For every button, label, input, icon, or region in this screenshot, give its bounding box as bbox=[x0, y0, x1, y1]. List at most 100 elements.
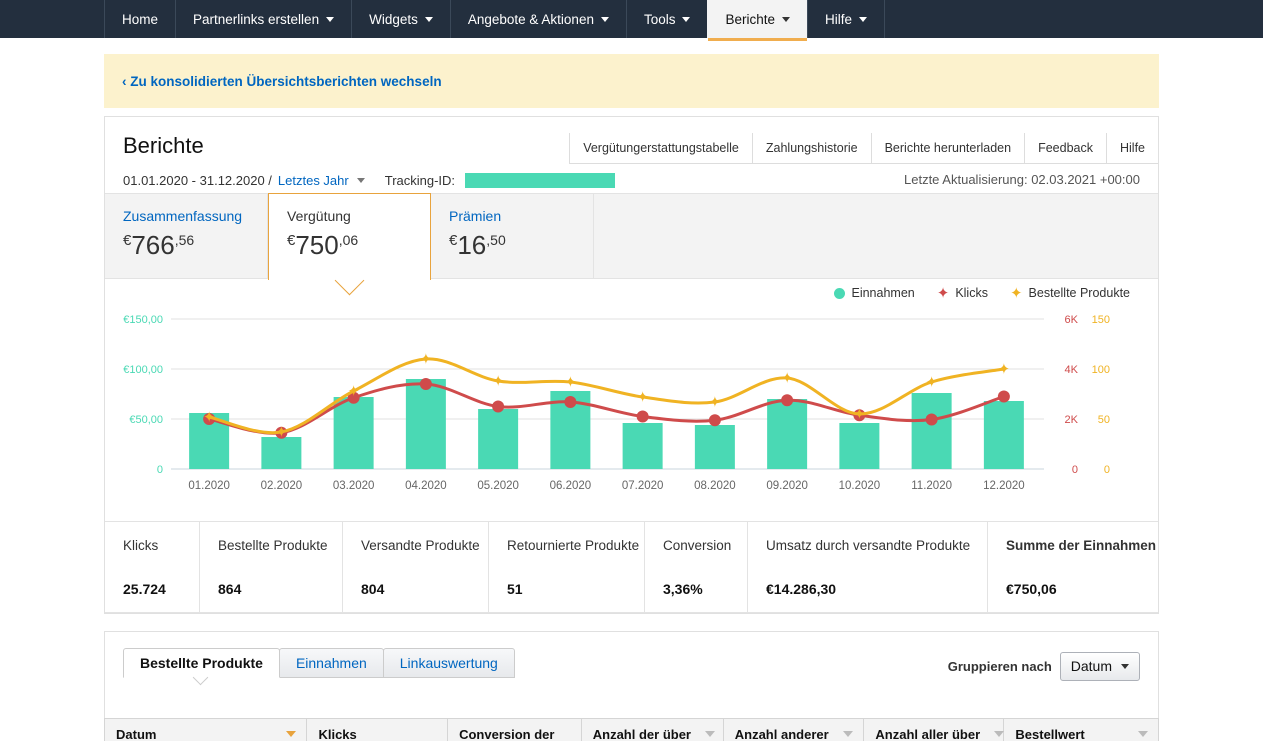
chart-bar[interactable] bbox=[622, 423, 663, 469]
chart-bar[interactable] bbox=[911, 393, 952, 469]
table-header-anzahl-anderer[interactable]: Anzahl anderer bbox=[724, 719, 865, 741]
chevron-down-icon[interactable] bbox=[356, 178, 365, 183]
summary-tab-prämien[interactable]: Prämien €16,50 bbox=[431, 194, 594, 278]
chart-point-klicks[interactable] bbox=[419, 378, 432, 390]
legend-item-bestellte-produkte[interactable]: ✦ Bestellte Produkte bbox=[1009, 284, 1130, 302]
chart-bar[interactable] bbox=[261, 437, 302, 469]
header-tab-group: Vergütungerstattungstabelle Zahlungshisto… bbox=[569, 133, 1158, 164]
nav-item-widgets[interactable]: Widgets bbox=[351, 0, 450, 38]
x-axis-tick: 06.2020 bbox=[550, 480, 592, 492]
chart-bar[interactable] bbox=[333, 397, 374, 469]
metric-value: 51 bbox=[507, 581, 523, 597]
sort-caret-icon[interactable] bbox=[705, 731, 715, 737]
chart-bar[interactable] bbox=[478, 409, 519, 469]
chart-point-klicks[interactable] bbox=[492, 400, 505, 413]
metric-label: Umsatz durch versandte Produkte bbox=[766, 538, 971, 553]
summary-tab-group: Zusammenfassung €766,56 Vergütung €750,06 Pr… bbox=[105, 193, 1158, 280]
table-header-anzahl-aller-über[interactable]: Anzahl aller über bbox=[864, 719, 1005, 741]
chart-point-klicks[interactable] bbox=[925, 413, 938, 426]
legend-label: Klicks bbox=[955, 286, 988, 300]
x-axis-tick: 10.2020 bbox=[839, 480, 881, 492]
reports-panel: Berichte 01.01.2020 - 31.12.2020 / Letzt… bbox=[104, 116, 1159, 614]
summary-tab-label: Prämien bbox=[449, 208, 502, 224]
summary-tab-zusammenfassung[interactable]: Zusammenfassung €766,56 bbox=[105, 194, 268, 278]
chart-point-bestellte-produkte[interactable]: ✦ bbox=[636, 389, 649, 406]
table-header-conversion-der[interactable]: Conversion der bbox=[448, 719, 582, 741]
chart-bar[interactable] bbox=[694, 425, 735, 469]
chevron-down-icon bbox=[1121, 664, 1129, 669]
summary-tab-vergütung[interactable]: Vergütung €750,06 bbox=[268, 193, 431, 280]
header-tab-hilfe[interactable]: Hilfe bbox=[1105, 133, 1158, 164]
chart-bar[interactable] bbox=[405, 379, 446, 469]
chart-bar[interactable] bbox=[983, 401, 1024, 469]
date-preset-link[interactable]: Letztes Jahr bbox=[278, 173, 349, 188]
nav-item-berichte[interactable]: Berichte bbox=[707, 0, 808, 41]
detail-tab-einnahmen[interactable]: Einnahmen bbox=[278, 648, 384, 678]
sort-caret-icon[interactable] bbox=[1137, 731, 1148, 737]
x-axis-tick: 04.2020 bbox=[405, 480, 447, 492]
legend-marker-icon: ✦ bbox=[1009, 284, 1023, 302]
sort-caret-icon[interactable] bbox=[286, 731, 297, 737]
x-axis-tick: 11.2020 bbox=[911, 480, 952, 492]
x-axis-tick: 07.2020 bbox=[622, 480, 664, 492]
chart-point-klicks[interactable] bbox=[708, 414, 721, 427]
chart-point-bestellte-produkte[interactable]: ✦ bbox=[275, 424, 288, 441]
chart-point-bestellte-produkte[interactable]: ✦ bbox=[203, 409, 216, 426]
legend-item-klicks[interactable]: ✦ Klicks bbox=[937, 286, 988, 301]
chart-point-bestellte-produkte[interactable]: ✦ bbox=[853, 406, 866, 423]
nav-item-hilfe[interactable]: Hilfe bbox=[807, 0, 886, 38]
chart-point-klicks[interactable] bbox=[781, 394, 794, 407]
metric-value: €750,06 bbox=[1006, 581, 1057, 597]
x-axis-tick: 01.2020 bbox=[188, 480, 230, 492]
sort-caret-icon[interactable] bbox=[994, 731, 1005, 737]
right-axis-produkte-tick: 0 bbox=[1104, 464, 1110, 476]
header-tab-verg-tungerstattungstabelle[interactable]: Vergütungerstattungstabelle bbox=[569, 133, 752, 164]
chart-point-bestellte-produkte[interactable]: ✦ bbox=[492, 373, 505, 390]
chart-point-klicks[interactable] bbox=[997, 390, 1010, 403]
right-axis-klicks-tick: 4K bbox=[1065, 364, 1079, 376]
nav-item-tools[interactable]: Tools bbox=[625, 0, 708, 38]
table-header-bestellwert[interactable]: Bestellwert bbox=[1004, 719, 1158, 741]
legend-item-einnahmen[interactable]: Einnahmen bbox=[834, 286, 915, 300]
detail-tab-linkauswertung[interactable]: Linkauswertung bbox=[382, 648, 515, 678]
header-tab-berichte-herunterladen[interactable]: Berichte herunterladen bbox=[870, 133, 1025, 164]
chart-point-bestellte-produkte[interactable]: ✦ bbox=[347, 383, 360, 400]
group-by-select[interactable]: Datum bbox=[1059, 652, 1140, 681]
header-tab-zahlungshistorie[interactable]: Zahlungshistorie bbox=[751, 133, 871, 164]
metric-label: Klicks bbox=[123, 538, 159, 553]
detail-panel-header: Bestellte Produkte Einnahmen Linkauswertun… bbox=[104, 631, 1159, 718]
chart-bar[interactable] bbox=[767, 399, 808, 469]
sort-caret-icon[interactable] bbox=[843, 731, 854, 737]
table-header-label: Klicks bbox=[318, 726, 357, 741]
table-header-klicks[interactable]: Klicks bbox=[307, 719, 449, 741]
table-header-label: Conversion der bbox=[459, 726, 555, 741]
chart-point-klicks[interactable] bbox=[564, 396, 577, 408]
chart-bar[interactable] bbox=[839, 423, 880, 469]
chart-point-bestellte-produkte[interactable]: ✦ bbox=[998, 361, 1011, 378]
chevron-down-icon bbox=[682, 16, 691, 22]
switch-to-consolidated-reports-link[interactable]: ‹ Zu konsolidierten Übersichtsberichten … bbox=[122, 74, 442, 89]
nav-item-home[interactable]: Home bbox=[104, 0, 175, 38]
nav-item-partnerlinks-erstellen[interactable]: Partnerlinks erstellen bbox=[175, 0, 351, 38]
x-axis-tick: 09.2020 bbox=[766, 480, 808, 492]
header-tab-feedback[interactable]: Feedback bbox=[1024, 133, 1106, 164]
metric-conversion: Conversion 3,36% bbox=[645, 522, 748, 612]
chart-point-bestellte-produkte[interactable]: ✦ bbox=[925, 374, 938, 391]
nav-item-angebote-aktionen[interactable]: Angebote & Aktionen bbox=[449, 0, 626, 38]
tracking-id-value-redacted bbox=[465, 173, 616, 188]
chart-point-bestellte-produkte[interactable]: ✦ bbox=[709, 394, 722, 411]
table-header-anzahl-der-über[interactable]: Anzahl der über bbox=[582, 719, 724, 741]
chart-point-bestellte-produkte[interactable]: ✦ bbox=[420, 351, 433, 368]
right-axis-klicks-tick: 0 bbox=[1072, 464, 1078, 476]
right-axis-klicks-tick: 6K bbox=[1065, 314, 1079, 326]
legend-label: Bestellte Produkte bbox=[1028, 286, 1130, 300]
chevron-down-icon bbox=[859, 16, 868, 22]
chart-point-bestellte-produkte[interactable]: ✦ bbox=[781, 370, 794, 387]
table-header-datum[interactable]: Datum bbox=[105, 719, 308, 741]
metric-umsatz-durch-versandte-produkte: Umsatz durch versandte Produkte €14.286,3… bbox=[748, 522, 988, 612]
metric-label: Retournierte Produkte bbox=[507, 538, 640, 553]
detail-tab-bestellte-produkte[interactable]: Bestellte Produkte bbox=[123, 648, 280, 678]
chart-point-klicks[interactable] bbox=[636, 410, 649, 423]
chart-point-bestellte-produkte[interactable]: ✦ bbox=[564, 374, 577, 391]
summary-tab-label: Zusammenfassung bbox=[123, 208, 243, 224]
